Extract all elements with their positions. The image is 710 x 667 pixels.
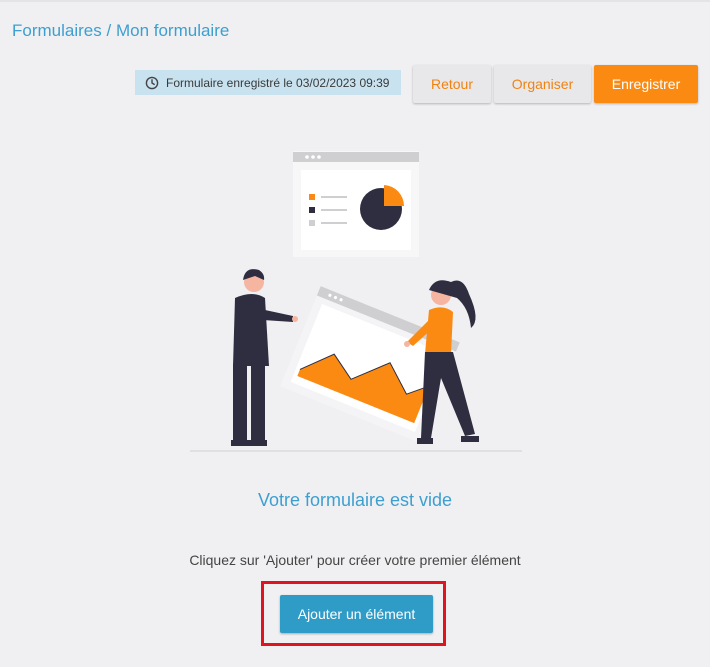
dashboard-card-image (293, 151, 419, 257)
empty-form-illustration (190, 151, 522, 452)
breadcrumb-separator: / (106, 21, 112, 40)
breadcrumb-root[interactable]: Formulaires (12, 21, 102, 40)
status-badge: Formulaire enregistré le 03/02/2023 09:3… (135, 70, 401, 95)
status-text: Formulaire enregistré le 03/02/2023 09:3… (166, 75, 390, 90)
add-element-button[interactable]: Ajouter un élément (280, 595, 433, 633)
top-divider (0, 0, 710, 2)
empty-state-hint: Cliquez sur 'Ajouter' pour créer votre p… (189, 552, 521, 568)
breadcrumb: Formulaires / Mon formulaire (12, 21, 229, 41)
empty-state-title: Votre formulaire est vide (257, 490, 453, 510)
breadcrumb-current: Mon formulaire (115, 21, 230, 40)
man-figure-image (231, 269, 298, 446)
organize-button[interactable]: Organiser (494, 65, 591, 103)
save-button[interactable]: Enregistrer (594, 65, 698, 103)
clock-icon (145, 76, 159, 89)
back-button[interactable]: Retour (413, 65, 491, 103)
